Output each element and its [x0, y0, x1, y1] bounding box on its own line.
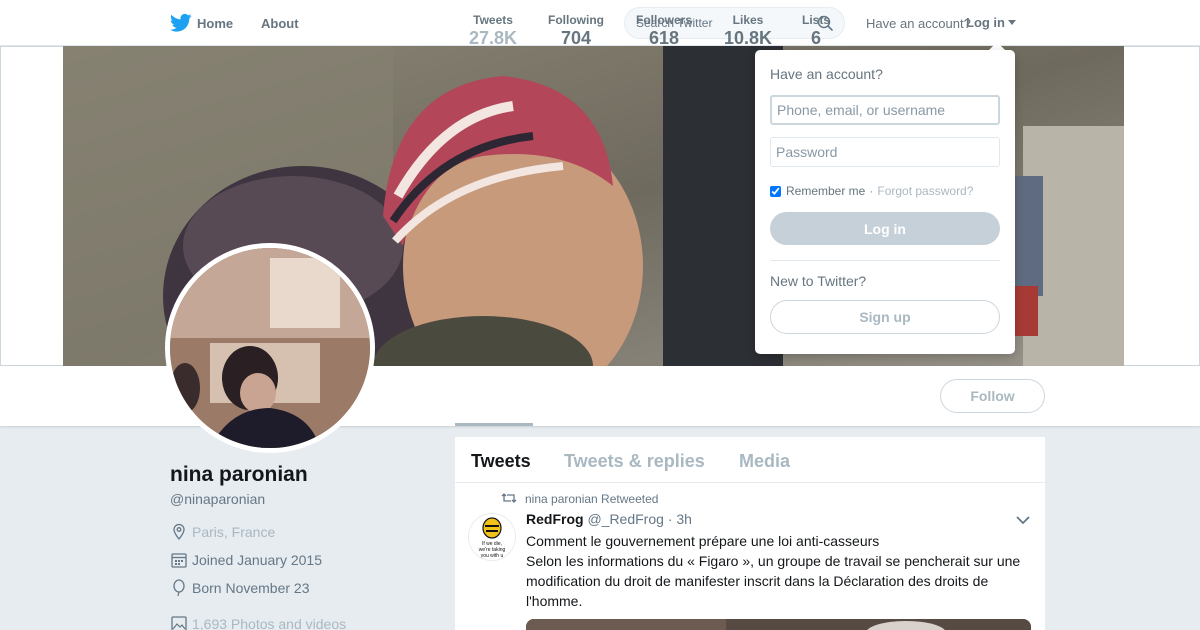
profile-location: Paris, France: [170, 523, 275, 541]
tab-media[interactable]: Media: [739, 451, 790, 472]
forgot-password-link[interactable]: Forgot password?: [877, 184, 973, 198]
profile-photos-link[interactable]: 1,693 Photos and videos: [170, 615, 346, 630]
tab-tweets-replies[interactable]: Tweets & replies: [564, 451, 705, 472]
chevron-down-icon[interactable]: [1016, 515, 1030, 525]
profile-handle[interactable]: @ninaparonian: [170, 491, 265, 507]
nav-home-link[interactable]: Home: [197, 16, 233, 31]
stat-label: Tweets: [473, 13, 513, 27]
stat-value: 6: [811, 28, 822, 48]
profile-birthday: Born November 23: [170, 579, 310, 597]
stat-lists[interactable]: Lists 6: [802, 13, 830, 49]
born-text: Born November 23: [192, 580, 310, 596]
remember-row: Remember me · Forgot password?: [770, 184, 973, 198]
tweet-author-avatar[interactable]: If we die, we're taking you with u: [468, 513, 516, 561]
nav-about-link[interactable]: About: [261, 16, 299, 31]
stat-value: 618: [648, 28, 680, 48]
login-button[interactable]: Log in: [770, 212, 1000, 245]
photos-text[interactable]: 1,693 Photos and videos: [192, 616, 346, 630]
profile-avatar[interactable]: [165, 243, 375, 453]
joined-text: Joined January 2015: [192, 552, 322, 568]
retweet-icon: [501, 493, 517, 503]
password-field[interactable]: [770, 137, 1000, 167]
stat-likes[interactable]: Likes 10.8K: [724, 13, 772, 49]
retweet-context[interactable]: nina paronian Retweeted: [525, 492, 658, 506]
calendar-icon: [171, 553, 187, 568]
tweet-timestamp[interactable]: · 3h: [668, 511, 692, 527]
image-icon: [171, 616, 187, 630]
stat-label: Likes: [732, 13, 764, 27]
stat-label: Followers: [636, 13, 693, 27]
stat-value: 704: [560, 28, 592, 48]
login-toggle-label[interactable]: Log in: [966, 15, 1005, 30]
tab-tweets[interactable]: Tweets: [471, 451, 531, 472]
username-field[interactable]: [770, 95, 1000, 125]
stat-value: 10.8K: [724, 28, 773, 48]
tweet-author-name[interactable]: RedFrog: [526, 511, 584, 527]
stat-tweets[interactable]: Tweets 27.8K: [469, 13, 517, 49]
login-dropdown-toggle[interactable]: Log in: [966, 15, 1016, 30]
remember-me-label[interactable]: Remember me: [786, 184, 865, 198]
location-text: Paris, France: [192, 524, 276, 540]
redfrog-avatar-image: If we die, we're taking you with u: [469, 514, 515, 560]
balloon-icon: [173, 579, 185, 597]
tweet-text-line: Comment le gouvernement prépare une loi …: [526, 533, 880, 549]
dropdown-title: Have an account?: [770, 66, 883, 82]
stat-value: 27.8K: [469, 28, 518, 48]
svg-text:you with u: you with u: [481, 553, 504, 559]
tweet-media-photo: [526, 619, 1031, 630]
new-to-twitter-text: New to Twitter?: [770, 273, 867, 289]
login-dropdown: Have an account? Remember me · Forgot pa…: [755, 50, 1015, 354]
tweet-text: Comment le gouvernement prépare une loi …: [526, 531, 1031, 611]
separator-dot: ·: [869, 184, 874, 198]
chevron-down-icon[interactable]: [1008, 20, 1016, 25]
tweet-media-image[interactable]: [526, 619, 1031, 630]
remember-me-checkbox[interactable]: [770, 185, 781, 197]
tweet-author-line[interactable]: RedFrog @_RedFrog · 3h: [526, 511, 692, 527]
tweet-author-handle[interactable]: @_RedFrog: [587, 511, 663, 527]
tweet-text-line: Selon les informations du « Figaro », un…: [526, 553, 1021, 609]
stat-label: Following: [548, 13, 604, 27]
profile-name[interactable]: nina paronian: [170, 463, 308, 487]
timeline: Tweets Tweets & replies Media nina paron…: [455, 437, 1045, 630]
timeline-tabs: Tweets Tweets & replies Media: [455, 437, 1045, 483]
avatar-photo: [170, 248, 370, 448]
twitter-bird-icon[interactable]: [170, 13, 192, 33]
have-account-text: Have an account?: [866, 16, 971, 31]
stat-followers[interactable]: Followers 618: [636, 13, 692, 49]
profile-joined-date: Joined January 2015: [170, 551, 322, 569]
divider: [770, 260, 1000, 261]
stat-following[interactable]: Following 704: [548, 13, 604, 49]
signup-button[interactable]: Sign up: [770, 300, 1000, 334]
active-stat-underline: [455, 423, 533, 426]
location-pin-icon: [173, 523, 185, 540]
follow-button[interactable]: Follow: [940, 379, 1045, 413]
stat-label: Lists: [802, 13, 831, 27]
